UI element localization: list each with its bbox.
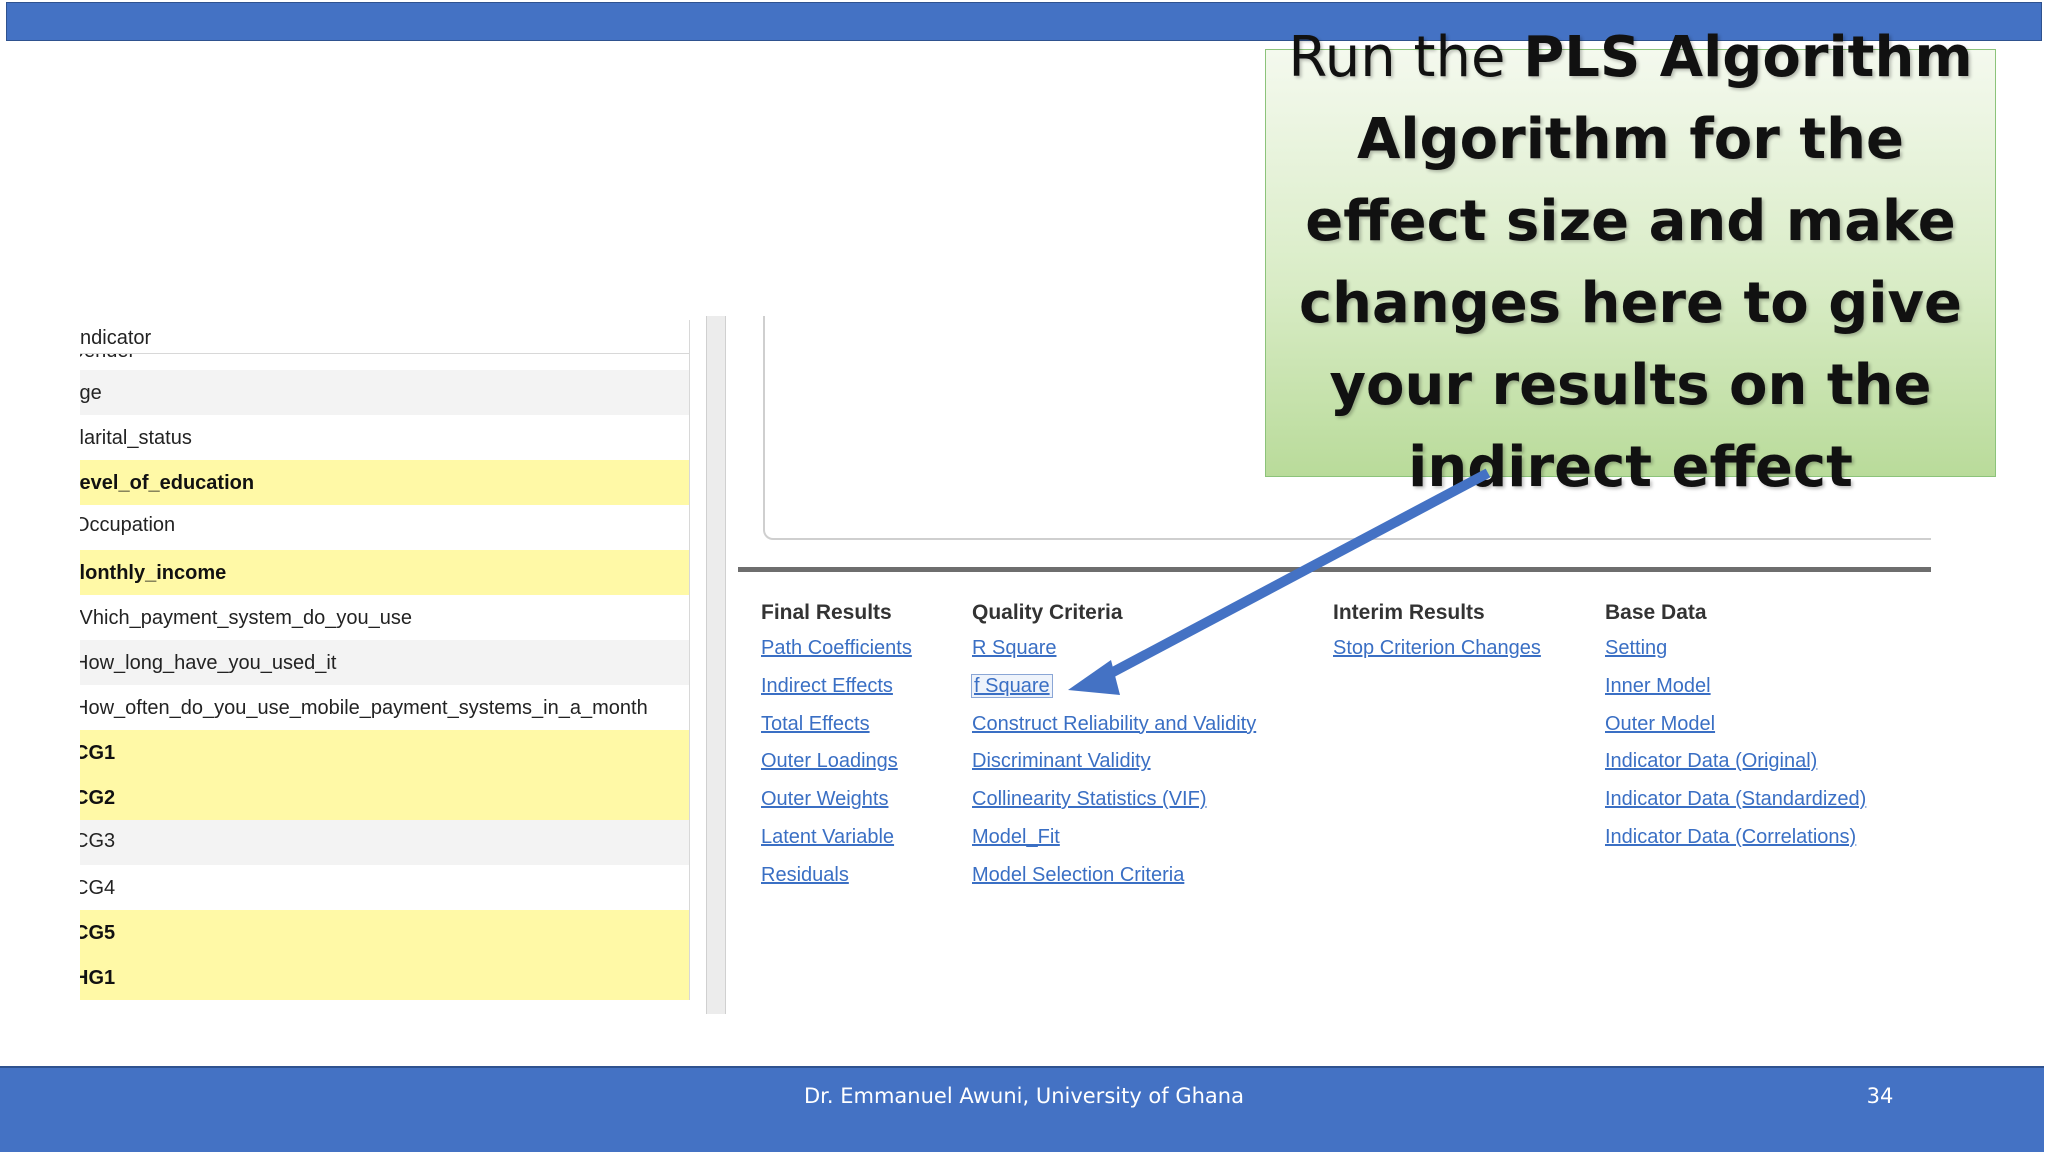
report-link-label: Total Effects: [761, 712, 870, 735]
final-results-heading: Final Results: [761, 601, 892, 624]
panel-scrollbar[interactable]: [706, 316, 726, 1014]
report-link-outer-weights[interactable]: Outer Weights: [761, 781, 912, 819]
report-link-path-coefficients[interactable]: Path Coefficients: [761, 630, 912, 668]
report-link-discriminant-validity[interactable]: Discriminant Validity: [972, 743, 1256, 781]
report-link-stop-criterion-changes[interactable]: Stop Criterion Changes: [1333, 630, 1541, 668]
report-link-total-effects[interactable]: Total Effects: [761, 706, 912, 744]
indicator-label: \ge: [80, 382, 102, 404]
report-link-label: Stop Criterion Changes: [1333, 637, 1541, 659]
indicator-label: /lonthly_income: [80, 562, 227, 584]
indicator-panel: Jender\ge/larital_status.evel_of_educati…: [80, 320, 690, 1014]
report-link-label: Indicator Data (Correlations): [1605, 825, 1857, 848]
report-link-f-square[interactable]: f Square: [971, 668, 1256, 706]
base-data-column: Base Data Setting Inner Model Outer Model I…: [1605, 598, 1866, 857]
indicator-row[interactable]: CG2: [80, 775, 690, 820]
indicator-list: Jender\ge/larital_status.evel_of_educati…: [80, 346, 690, 1000]
indicator-row[interactable]: /larital_status: [80, 415, 690, 460]
report-link-outer-loadings[interactable]: Outer Loadings: [761, 743, 912, 781]
indicator-label: CG1: [80, 742, 116, 764]
report-link-outer-model[interactable]: Outer Model: [1605, 706, 1866, 744]
indicator-row[interactable]: How_often_do_you_use_mobile_payment_syst…: [80, 685, 690, 730]
report-link-latent-variable[interactable]: Latent Variable: [761, 819, 912, 857]
indicator-label: .evel_of_education: [80, 472, 255, 494]
quality-criteria-links: R Square f Square Construct Reliability an…: [971, 630, 1256, 895]
report-link-construct-reliability-and-validity[interactable]: Construct Reliability and Validity: [972, 706, 1256, 744]
indicator-row[interactable]: How_long_have_you_used_it: [80, 640, 690, 685]
report-link-label: Outer Model: [1605, 712, 1716, 735]
report-link-label: Latent Variable: [761, 825, 895, 848]
final-results-column: Final Results Path Coefficients Indirect …: [761, 598, 912, 895]
report-link-collinearity-statistics-vif[interactable]: Collinearity Statistics (VIF): [972, 781, 1256, 819]
indicator-label: How_long_have_you_used_it: [80, 652, 337, 674]
indicator-label: HG1: [80, 967, 116, 989]
report-link-label: Model_Fit: [972, 825, 1060, 848]
indicator-label: CG2: [80, 787, 116, 809]
indicator-row[interactable]: CG5: [80, 910, 690, 955]
indicator-header-label: ndicator: [80, 327, 152, 349]
report-link-model-fit[interactable]: Model_Fit: [972, 819, 1256, 857]
indicator-row[interactable]: /Vhich_payment_system_do_you_use: [80, 595, 690, 640]
report-link-label: Setting: [1605, 637, 1668, 659]
indicator-row[interactable]: HG1: [80, 955, 690, 1000]
indicator-column-header[interactable]: ndicator: [80, 320, 690, 354]
report-link-label: Outer Weights: [761, 788, 889, 811]
base-data-heading: Base Data: [1605, 601, 1707, 624]
indicator-label: CG3: [80, 830, 116, 852]
report-link-label: Construct Reliability and Validity: [972, 712, 1257, 735]
callout-lead: Run the: [1288, 25, 1524, 90]
indicator-row[interactable]: CG4: [80, 865, 690, 910]
report-divider[interactable]: [738, 567, 1931, 572]
interim-results-heading: Interim Results: [1333, 601, 1485, 624]
indicator-row[interactable]: CG1: [80, 730, 690, 775]
interim-results-column: Interim Results Stop Criterion Changes: [1333, 598, 1541, 668]
report-link-label: Discriminant Validity: [972, 750, 1151, 773]
quality-criteria-heading: Quality Criteria: [972, 601, 1123, 624]
report-link-label: Indirect Effects: [761, 674, 893, 697]
final-results-links: Path Coefficients Indirect Effects Total E…: [761, 630, 912, 895]
callout-bold-text: PLS Algorithm Algorithm for the effect s…: [1298, 25, 1973, 500]
report-link-label: Indicator Data (Original): [1605, 750, 1818, 773]
slide-page-number: 34: [1866, 1084, 1894, 1108]
base-data-links: Setting Inner Model Outer Model Indicator D…: [1605, 630, 1866, 857]
report-link-indicator-data-original[interactable]: Indicator Data (Original): [1605, 743, 1866, 781]
indicator-row[interactable]: /lonthly_income: [80, 550, 690, 595]
report-link-label: Indicator Data (Standardized): [1605, 788, 1867, 811]
report-link-label: f Square: [971, 673, 1053, 698]
indicator-row[interactable]: Occupation: [80, 505, 690, 550]
indicator-label: CG5: [80, 922, 116, 944]
report-link-indicator-data-correlations[interactable]: Indicator Data (Correlations): [1605, 819, 1866, 857]
footer-author: Dr. Emmanuel Awuni, University of Ghana: [804, 1084, 1244, 1108]
report-link-label: Path Coefficients: [761, 637, 912, 659]
report-link-setting[interactable]: Setting: [1605, 630, 1866, 668]
report-link-indirect-effects[interactable]: Indirect Effects: [761, 668, 912, 706]
report-link-label: R Square: [972, 637, 1057, 659]
report-link-label: Collinearity Statistics (VIF): [972, 788, 1207, 811]
indicator-label: CG4: [80, 877, 116, 899]
report-link-r-square[interactable]: R Square: [972, 630, 1256, 668]
instruction-callout: Run the PLS Algorithm Algorithm for the …: [1265, 25, 1996, 500]
indicator-row[interactable]: \ge: [80, 370, 690, 415]
indicator-label: /Vhich_payment_system_do_you_use: [80, 607, 412, 629]
indicator-row[interactable]: .evel_of_education: [80, 460, 690, 505]
report-link-residuals[interactable]: Residuals: [761, 857, 912, 895]
interim-results-links: Stop Criterion Changes: [1333, 630, 1541, 668]
report-link-label: Inner Model: [1605, 674, 1711, 697]
report-link-label: Outer Loadings: [761, 750, 898, 773]
quality-criteria-column: Quality Criteria R Square f Square Constru…: [971, 598, 1256, 895]
report-link-indicator-data-standardized[interactable]: Indicator Data (Standardized): [1605, 781, 1866, 819]
indicator-row[interactable]: CG3: [80, 820, 690, 865]
report-link-inner-model[interactable]: Inner Model: [1605, 668, 1866, 706]
indicator-label: /larital_status: [80, 427, 192, 449]
callout-text: Run the PLS Algorithm Algorithm for the …: [1271, 17, 1991, 509]
report-link-model-selection-criteria[interactable]: Model Selection Criteria: [972, 857, 1256, 895]
report-link-label: Model Selection Criteria: [972, 863, 1185, 886]
slide-footer-banner: [0, 1066, 2044, 1152]
slide: Jender\ge/larital_status.evel_of_educati…: [0, 0, 2048, 1152]
indicator-label: How_often_do_you_use_mobile_payment_syst…: [80, 697, 648, 719]
indicator-label: Occupation: [80, 514, 176, 536]
report-link-label: Residuals: [761, 863, 849, 886]
